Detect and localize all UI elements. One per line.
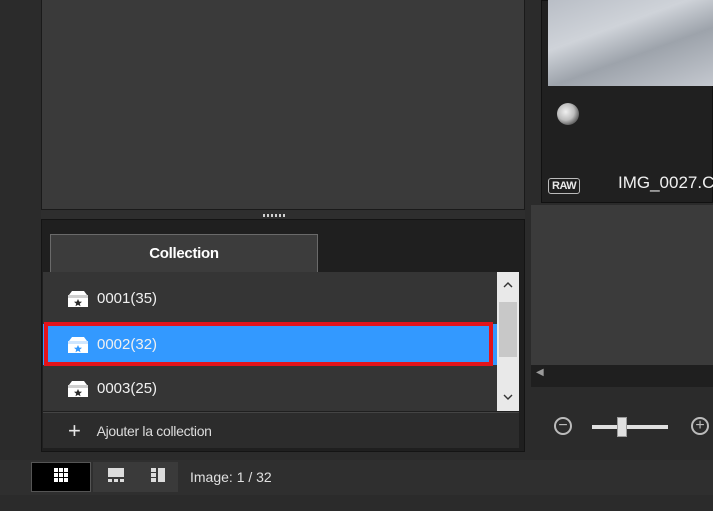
check-mark-icon[interactable] [557,103,579,125]
tab-collection-label: Collection [149,245,219,262]
preview-view-icon [107,467,125,488]
splitter-grip-icon[interactable] [263,214,285,217]
scroll-left-icon[interactable]: ◀ [536,367,544,378]
preview-panel [41,0,525,210]
scroll-up-icon[interactable] [497,274,519,296]
selection-highlight-outline [44,322,493,366]
horizontal-scrollbar[interactable] [531,365,713,387]
list-view-icon [150,467,166,488]
collection-item-label: 0003(25) [97,380,158,397]
collection-item-0001[interactable]: 0001(35) [43,278,497,319]
thumbnail-file-name: IMG_0027.C [618,173,713,192]
plus-icon: + [68,417,81,443]
zoom-out-icon[interactable]: − [554,417,572,435]
zoom-in-icon[interactable]: + [691,417,709,435]
collection-box-icon [67,380,89,398]
thumbnail-image[interactable] [548,0,713,86]
scroll-down-icon[interactable] [497,386,519,408]
collection-item-label: 0001(35) [97,290,158,307]
add-collection-button[interactable]: + Ajouter la collection [43,412,519,448]
add-collection-label: Ajouter la collection [96,422,212,439]
scrollbar-thumb[interactable] [499,302,517,357]
thumbnail-grid-empty [531,205,713,365]
preview-view-button[interactable] [93,462,138,492]
list-view-button[interactable] [138,462,178,492]
grid-view-button[interactable] [31,462,91,492]
collection-item-0003[interactable]: 0003(25) [43,368,497,409]
image-counter: Image: 1 / 32 [190,469,272,485]
grid-view-icon [53,467,69,488]
zoom-slider-thumb[interactable] [617,417,627,437]
zoom-slider-track[interactable] [592,425,668,429]
raw-badge: RAW [548,178,581,194]
collection-box-icon [67,290,89,308]
tab-collection[interactable]: Collection [50,234,318,272]
